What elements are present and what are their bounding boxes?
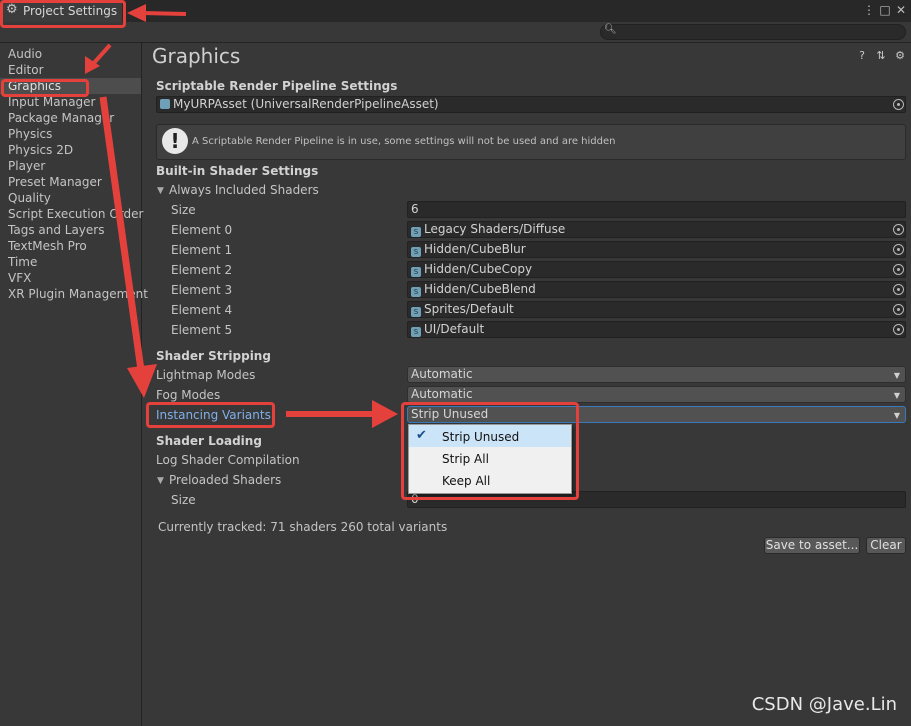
annotation-arrowhead [127, 4, 146, 22]
annotation-arrow [99, 96, 145, 371]
annotation-arrowhead [372, 400, 398, 428]
annotation-arrow [141, 11, 187, 16]
annotation-arrows [85, 4, 398, 428]
watermark: CSDN @Jave.Lin [751, 694, 897, 715]
annotation-arrowhead [127, 364, 157, 398]
annotation-arrow [91, 43, 112, 66]
